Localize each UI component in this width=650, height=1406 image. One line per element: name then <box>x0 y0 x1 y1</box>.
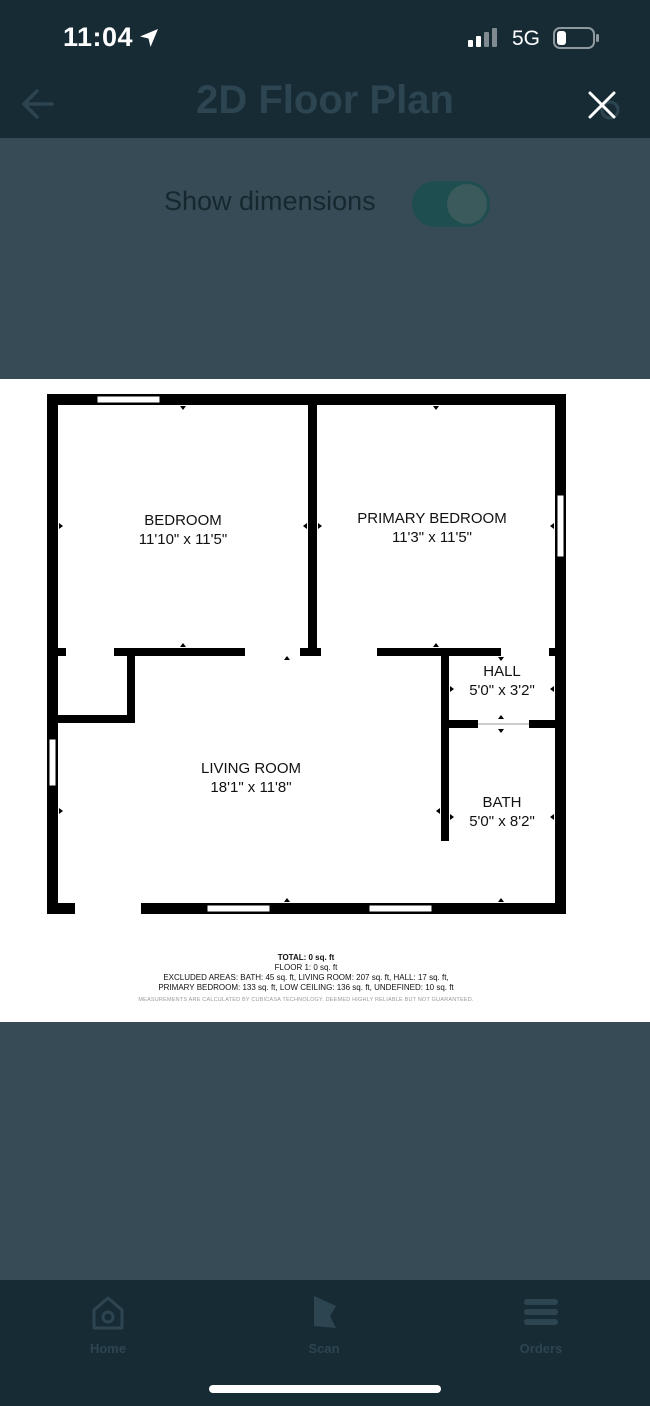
wall-bedroom-divider <box>308 394 317 656</box>
orders-icon <box>524 1299 558 1325</box>
window-bedroom-top <box>96 395 161 404</box>
wall-mid-d <box>377 648 501 656</box>
wall-hall-bath-a <box>441 720 478 728</box>
room-dimensions: 11'3" x 11'5" <box>391 529 473 546</box>
room-label-bath: BATH 5'0" x 8'2" <box>452 793 552 831</box>
floor-plan: BEDROOM 11'10" x 11'5" PRIMARY BEDROOM 1… <box>0 379 650 1022</box>
wall-mid-a <box>47 648 66 656</box>
room-dimensions: 5'0" x 8'2" <box>469 813 535 830</box>
tab-scan[interactable]: Scan <box>264 1294 384 1356</box>
home-indicator[interactable] <box>209 1385 441 1393</box>
room-name: HALL <box>483 663 521 680</box>
settings-panel: Show dimensions <box>0 138 650 378</box>
tab-scan-label: Scan <box>308 1341 340 1356</box>
room-label-hall: HALL 5'0" x 3'2" <box>452 662 552 700</box>
network-type: 5G <box>512 27 541 50</box>
wall-bottom-right <box>141 903 566 914</box>
area-totals: TOTAL: 0 sq. ft FLOOR 1: 0 sq. ft EXCLUD… <box>100 953 512 1005</box>
room-name: PRIMARY BEDROOM <box>357 510 507 527</box>
wall-mid-e <box>549 648 566 656</box>
tab-orders[interactable]: Orders <box>481 1294 601 1356</box>
wall-bottom-left <box>47 903 75 914</box>
measurement-disclaimer: MEASUREMENTS ARE CALCULATED BY CUBICASA … <box>138 997 474 1003</box>
room-name: BATH <box>482 794 522 811</box>
show-dimensions-label: Show dimensions <box>164 186 376 216</box>
floor-plan-drawing <box>47 394 566 914</box>
home-icon <box>92 1296 124 1330</box>
content-background <box>0 1022 650 1280</box>
window-living-bottom-b <box>368 904 433 913</box>
window-primary-right <box>556 494 565 558</box>
window-living-bottom-a <box>206 904 271 913</box>
status-bar: 11:04 5G <box>0 0 650 70</box>
tab-home[interactable]: Home <box>48 1294 168 1356</box>
wall-hall-bath-b <box>529 720 566 728</box>
battery-icon <box>553 27 599 49</box>
status-time: 11:04 <box>63 22 134 52</box>
tab-orders-label: Orders <box>519 1341 563 1356</box>
room-dimensions: 18'1" x 11'8" <box>210 779 292 796</box>
wall-mid-c <box>300 648 321 656</box>
tab-bar: Home Scan Orders <box>0 1280 650 1406</box>
excluded-areas-line-2: PRIMARY BEDROOM: 133 sq. ft, LOW CEILING… <box>158 983 454 992</box>
room-label-bedroom: BEDROOM 11'10" x 11'5" <box>103 511 263 549</box>
wall-closet-v <box>127 648 135 722</box>
page-title: 2D Floor Plan <box>196 78 454 122</box>
scan-icon <box>314 1296 336 1328</box>
room-name: BEDROOM <box>144 512 222 529</box>
room-label-primary-bedroom: PRIMARY BEDROOM 11'3" x 11'5" <box>332 509 532 547</box>
wall-closet-h <box>47 715 135 723</box>
room-label-living-room: LIVING ROOM 18'1" x 11'8" <box>166 759 336 797</box>
header: 2D Floor Plan <box>0 70 650 138</box>
room-dimensions: 5'0" x 3'2" <box>469 682 535 699</box>
room-name: LIVING ROOM <box>200 760 301 777</box>
total-area: TOTAL: 0 sq. ft <box>277 953 335 962</box>
excluded-areas-line-1: EXCLUDED AREAS: BATH: 45 sq. ft, LIVING … <box>163 973 449 982</box>
wall-hall-left <box>441 648 449 841</box>
show-dimensions-toggle[interactable] <box>412 181 490 227</box>
room-dimensions: 11'10" x 11'5" <box>138 531 228 548</box>
signal-bars-icon <box>468 28 497 47</box>
location-arrow-icon <box>140 29 158 47</box>
floor-area: FLOOR 1: 0 sq. ft <box>274 963 338 972</box>
tab-home-label: Home <box>89 1341 127 1356</box>
toggle-knob <box>447 184 487 224</box>
walls <box>47 394 566 914</box>
window-living-left <box>48 738 57 787</box>
close-icon[interactable] <box>588 91 616 119</box>
